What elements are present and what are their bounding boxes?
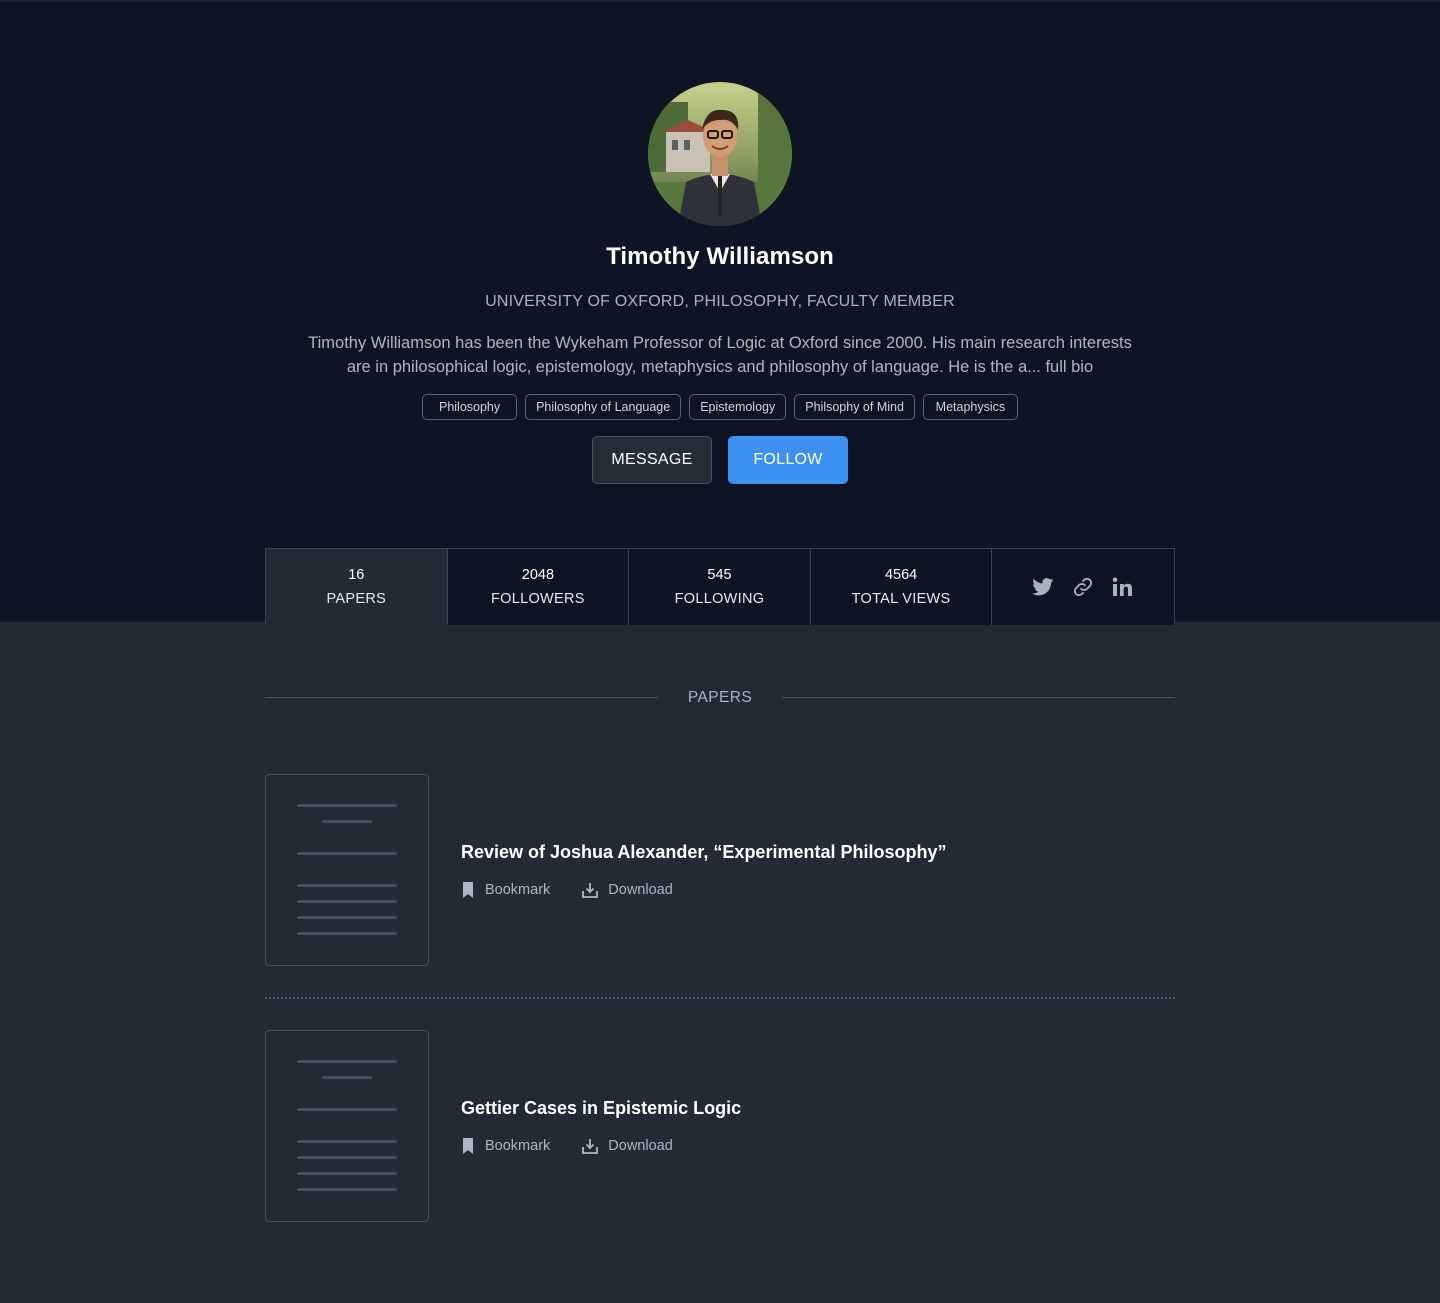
bookmark-button[interactable]: Bookmark [461,1138,550,1154]
paper-actions: Bookmark Download [461,882,673,898]
stat-label: FOLLOWERS [491,591,585,607]
stats-bar: 16 PAPERS 2048 FOLLOWERS 545 FOLLOWING 4… [265,548,1175,625]
stat-label: FOLLOWING [674,591,765,607]
stat-value: 16 [348,567,365,583]
bookmark-label: Bookmark [485,1138,551,1154]
papers-section-title: PAPERS [687,689,753,706]
stat-papers[interactable]: 16 PAPERS [266,549,448,625]
stat-label: TOTAL VIEWS [851,591,951,607]
profile-header: Timothy Williamson UNIVERSITY OF OXFORD,… [0,0,1440,625]
link-icon[interactable] [1072,576,1094,598]
paper-title[interactable]: Gettier Cases in Epistemic Logic [461,1098,741,1119]
download-button[interactable]: Download [582,1138,673,1154]
download-icon [582,1139,599,1154]
stat-label: PAPERS [326,591,387,607]
paper-divider [265,997,1175,999]
tag-epistemology[interactable]: Epistemology [689,394,787,420]
stat-following[interactable]: 545 FOLLOWING [629,549,811,625]
paper-item: Gettier Cases in Epistemic Logic Bookmar… [265,1030,1175,1222]
bio-line: Timothy Williamson has been the Wykeham … [308,334,1132,352]
paper-item: Review of Joshua Alexander, “Experimenta… [265,774,1175,966]
bookmark-label: Bookmark [485,882,551,898]
bio-line[interactable]: are in philosophical logic, epistemology… [290,355,1150,379]
download-label: Download [608,882,673,898]
tag-philosophy[interactable]: Philosophy [422,394,518,420]
papers-section-header: PAPERS [265,688,1175,708]
paper-actions: Bookmark Download [461,1138,673,1154]
paper-thumbnail[interactable] [265,1030,429,1222]
profile-bio: Timothy Williamson has been the Wykeham … [290,331,1150,379]
bookmark-button[interactable]: Bookmark [461,882,550,898]
profile-name: Timothy Williamson [606,243,834,270]
avatar [648,82,792,226]
stat-followers[interactable]: 2048 FOLLOWERS [447,549,630,625]
stat-value: 4564 [884,567,918,583]
bookmark-icon [463,882,473,898]
tag-list: Philosophy Philosophy of Language Episte… [0,394,1440,420]
twitter-icon[interactable] [1032,576,1054,598]
download-label: Download [608,1138,673,1154]
download-button[interactable]: Download [582,882,673,898]
paper-thumbnail[interactable] [265,774,429,966]
follow-button[interactable]: FOLLOW [728,436,848,484]
paper-title[interactable]: Review of Joshua Alexander, “Experimenta… [461,842,946,863]
stat-value: 545 [707,567,732,583]
message-button[interactable]: MESSAGE [592,436,712,484]
bookmark-icon [463,1138,473,1154]
profile-affiliation: UNIVERSITY OF OXFORD, PHILOSOPHY, FACULT… [485,293,955,310]
linkedin-icon[interactable] [1112,576,1134,598]
stat-total-views[interactable]: 4564 TOTAL VIEWS [810,549,993,625]
social-links [992,549,1174,625]
tag-philosophy-of-language[interactable]: Philosophy of Language [525,394,682,420]
download-icon [582,883,599,898]
tag-metaphysics[interactable]: Metaphysics [922,394,1018,420]
section-divider [782,697,1175,698]
tag-philosophy-of-mind[interactable]: Philsophy of Mind [794,394,915,420]
stat-value: 2048 [521,567,555,583]
